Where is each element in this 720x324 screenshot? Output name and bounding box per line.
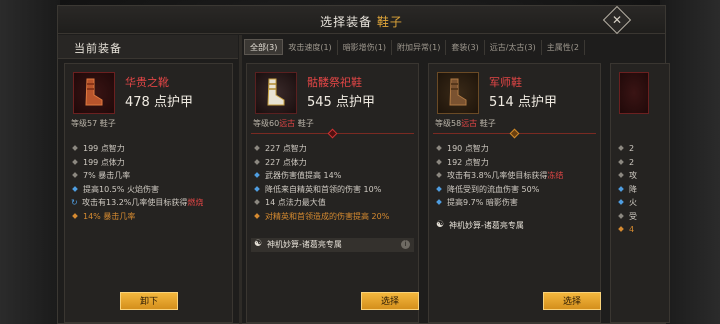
stat-row: 降低来自精英和首领的伤害 10% [253, 183, 414, 197]
boots-icon [73, 72, 115, 114]
dialog-title: 选择装备 鞋子 [58, 13, 665, 30]
tab-all[interactable]: 全部(3) [244, 39, 284, 55]
stat-row: ↻ 攻击有13.2%几率使目标获得燃烧 [71, 196, 228, 210]
current-equipment-header: 当前装备 [58, 35, 238, 59]
stat-row: 14% 暴击几率 [71, 210, 228, 224]
set-bonus-row[interactable]: ☯ 神机妙算-诸葛亮专属 [433, 219, 596, 233]
item-name: 华贵之靴 [125, 76, 169, 89]
stat-row: 227 点智力 [253, 142, 414, 156]
boots-icon [437, 72, 479, 114]
stat-row: 199 点体力 [71, 156, 228, 170]
candidate-item-card[interactable]: 军师鞋 514 点护甲 等级58远古 鞋子 190 点智力 192 点智力 攻击… [428, 63, 601, 323]
unequip-button[interactable]: 卸下 [120, 292, 178, 310]
yin-yang-icon: ☯ [436, 220, 445, 230]
tab-attack-speed[interactable]: 攻击速度(1) [283, 40, 338, 55]
stat-row: 227 点体力 [253, 156, 414, 170]
item-armor: 514 点护甲 [489, 95, 557, 110]
item-stats: 190 点智力 192 点智力 攻击有3.8%几率使目标获得冻结 降低受到的流血… [435, 142, 596, 210]
stat-row: 7% 暴击几率 [71, 169, 228, 183]
candidate-item-card-partial[interactable]: 2 2 攻 降 火 受 4 [610, 63, 670, 323]
item-level: 等级57 鞋子 [71, 119, 116, 128]
stat-row: 火 [617, 196, 665, 210]
stat-row: 2 [617, 142, 665, 156]
select-button[interactable]: 选择 [543, 292, 601, 310]
tab-sets[interactable]: 套装(3) [446, 40, 485, 55]
set-name: 神机妙算-诸葛亮专属 [449, 221, 524, 230]
stat-row: 降 [617, 183, 665, 197]
stat-row: 2 [617, 156, 665, 170]
stat-row: 攻 [617, 169, 665, 183]
info-icon[interactable]: i [401, 240, 410, 249]
item-armor: 545 点护甲 [307, 95, 375, 110]
select-equipment-dialog: 选择装备 鞋子 ✕ 当前装备 全部(3) 攻击速度(1) 暗影增伤(1) 附加异常(1… [57, 5, 670, 324]
title-slot-name: 鞋子 [376, 15, 403, 29]
stat-row: 199 点智力 [71, 142, 228, 156]
item-name: 骷髅祭祀鞋 [307, 76, 362, 89]
gem-icon [509, 128, 520, 139]
stat-row: 对精英和首领造成的伤害提高 20% [253, 210, 414, 224]
candidate-item-card[interactable]: 骷髅祭祀鞋 545 点护甲 等级60远古 鞋子 227 点智力 227 点体力 … [246, 63, 419, 323]
stat-row: 提高10.5% 火焰伤害 [71, 183, 228, 197]
set-bonus-row[interactable]: ☯ 神机妙算-诸葛亮专属 i [251, 238, 414, 252]
set-name: 神机妙算-诸葛亮专属 [267, 240, 342, 249]
item-name: 军师鞋 [489, 76, 522, 89]
item-level: 等级60远古 鞋子 [253, 119, 314, 128]
item-stats: 227 点智力 227 点体力 武器伤害值提高 14% 降低来自精英和首领的伤害… [253, 142, 414, 223]
item-armor: 478 点护甲 [125, 95, 193, 110]
tab-status-effect[interactable]: 附加异常(1) [392, 40, 447, 55]
cycle-icon: ↻ [71, 198, 78, 207]
close-icon: ✕ [611, 13, 623, 27]
stat-row: 190 点智力 [435, 142, 596, 156]
background-left-edge [0, 0, 60, 324]
current-item-card: 华贵之靴 478 点护甲 等级57 鞋子 199 点智力 199 点体力 7% … [64, 63, 233, 323]
item-stats: 2 2 攻 降 火 受 4 [617, 142, 665, 237]
stat-row: 14 点法力最大值 [253, 196, 414, 210]
dialog-titlebar: 选择装备 鞋子 ✕ [58, 5, 665, 35]
stat-row: 4 [617, 223, 665, 237]
select-button[interactable]: 选择 [361, 292, 419, 310]
yin-yang-icon: ☯ [254, 239, 263, 249]
stat-row: 攻击有3.8%几率使目标获得冻结 [435, 169, 596, 183]
stat-row: 武器伤害值提高 14% [253, 169, 414, 183]
tab-shadow-damage[interactable]: 暗影增伤(1) [338, 40, 393, 55]
filter-tabs: 全部(3) 攻击速度(1) 暗影增伤(1) 附加异常(1) 套装(3) 远古/太古(3) 主… [244, 39, 667, 55]
tab-main-attribute[interactable]: 主属性(2 [542, 40, 585, 55]
item-stats: 199 点智力 199 点体力 7% 暴击几率 提高10.5% 火焰伤害 ↻ 攻击… [71, 142, 228, 223]
stat-row: 提高9.7% 暗影伤害 [435, 196, 596, 210]
panel-divider [239, 35, 242, 324]
tab-ancient[interactable]: 远古/太古(3) [485, 40, 542, 55]
title-text: 选择装备 [320, 15, 373, 29]
item-level: 等级58远古 鞋子 [435, 119, 496, 128]
boots-icon [255, 72, 297, 114]
current-equipment-label: 当前装备 [74, 42, 122, 55]
gem-icon [327, 128, 338, 139]
item-icon [619, 72, 649, 114]
stat-row: 降低受到的流血伤害 50% [435, 183, 596, 197]
stat-row: 192 点智力 [435, 156, 596, 170]
stat-row: 受 [617, 210, 665, 224]
